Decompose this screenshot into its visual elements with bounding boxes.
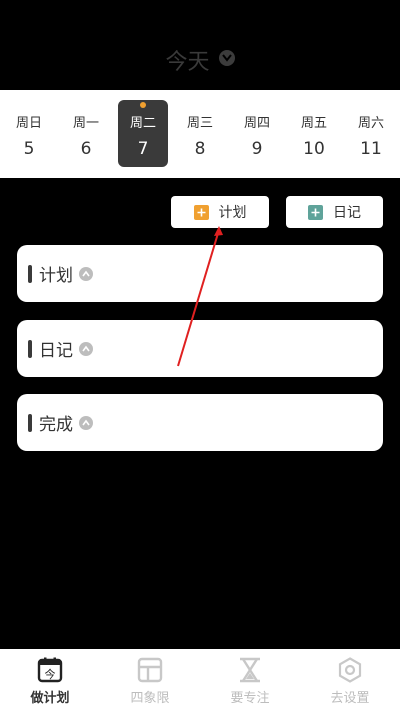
- tab-settings[interactable]: 去设置: [300, 649, 400, 711]
- chevron-up-icon[interactable]: [79, 266, 93, 281]
- add-diary-label: 日记: [333, 205, 361, 221]
- section-marker: [28, 413, 32, 432]
- tab-label: 去设置: [330, 691, 370, 706]
- day-sun[interactable]: 周日 5: [4, 100, 54, 167]
- plus-icon: [193, 204, 209, 220]
- tab-label: 做计划: [30, 691, 70, 706]
- date-title-selector[interactable]: 今天: [0, 44, 400, 76]
- day-number: 5: [23, 139, 35, 159]
- day-number: 7: [137, 139, 149, 159]
- day-fri[interactable]: 周五 10: [289, 100, 339, 167]
- chevron-up-icon[interactable]: [79, 415, 93, 430]
- section-done-card[interactable]: 完成: [17, 394, 383, 451]
- day-wed[interactable]: 周三 8: [175, 100, 225, 167]
- section-title: 计划: [39, 266, 73, 286]
- calendar-icon-char: 今: [45, 667, 56, 681]
- tab-label: 要专注: [230, 691, 270, 706]
- page-title: 今天: [165, 50, 210, 75]
- add-plan-button[interactable]: 计划: [171, 196, 269, 228]
- add-diary-button[interactable]: 日记: [286, 196, 383, 228]
- day-name: 周四: [243, 116, 270, 131]
- section-marker: [28, 339, 32, 358]
- tab-focus[interactable]: 要专注: [200, 649, 300, 711]
- day-number: 8: [194, 139, 206, 159]
- tab-plan[interactable]: 今 做计划: [0, 649, 100, 711]
- day-number: 11: [360, 139, 382, 159]
- section-plan-card[interactable]: 计划: [17, 245, 383, 302]
- event-dot-indicator: [140, 102, 146, 108]
- day-name: 周六: [357, 116, 384, 131]
- chevron-up-icon[interactable]: [79, 341, 93, 356]
- tab-label: 四象限: [130, 691, 170, 706]
- day-mon[interactable]: 周一 6: [61, 100, 111, 167]
- day-sat[interactable]: 周六 11: [346, 100, 396, 167]
- section-diary-card[interactable]: 日记: [17, 320, 383, 377]
- quadrant-layout-icon: [137, 657, 163, 683]
- section-title: 完成: [39, 415, 73, 435]
- day-number: 10: [303, 139, 325, 159]
- day-name: 周二: [129, 116, 156, 131]
- day-name: 周五: [300, 116, 327, 131]
- bottom-tab-bar: 今 做计划 四象限 要专注 去设置: [0, 649, 400, 711]
- calendar-today-icon: 今: [37, 657, 63, 683]
- day-thu[interactable]: 周四 9: [232, 100, 282, 167]
- day-name: 周三: [186, 116, 213, 131]
- day-name: 周日: [15, 116, 42, 131]
- tab-quadrant[interactable]: 四象限: [100, 649, 200, 711]
- day-tue-selected[interactable]: 周二 7: [118, 100, 168, 167]
- day-number: 6: [80, 139, 92, 159]
- section-title: 日记: [39, 341, 73, 361]
- week-selector: 周日 5 周一 6 周二 7 周三 8 周四 9 周五 10 周六 11: [0, 90, 400, 178]
- day-number: 9: [251, 139, 263, 159]
- day-name: 周一: [72, 116, 99, 131]
- chevron-down-icon[interactable]: [218, 50, 235, 66]
- app-header: 今天: [0, 0, 400, 90]
- section-marker: [28, 264, 32, 283]
- hourglass-icon: [240, 657, 260, 683]
- hexagon-settings-icon: [338, 657, 362, 683]
- plus-icon: [308, 204, 323, 220]
- add-plan-label: 计划: [218, 205, 247, 221]
